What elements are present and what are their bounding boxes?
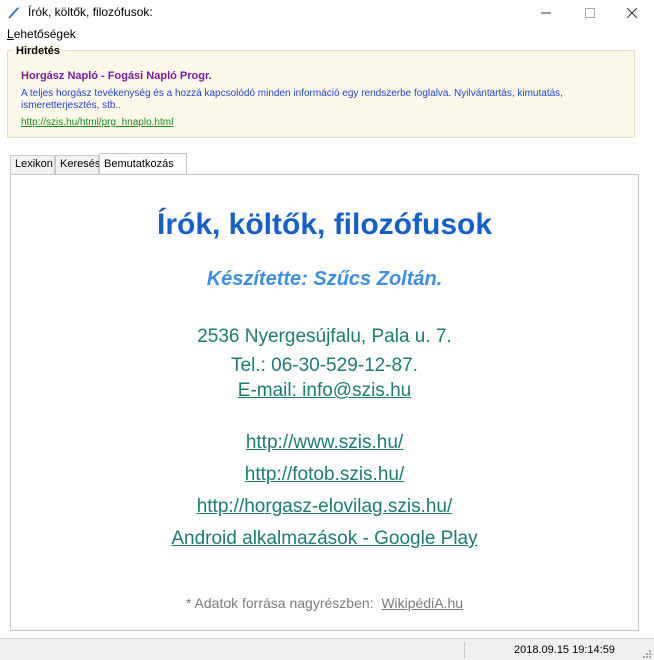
about-phone: Tel.: 06-30-529-12-87. <box>231 355 418 376</box>
source-note: * Adatok forrása nagyrészben: WikipédiA.… <box>10 595 639 611</box>
source-note-prefix: * Adatok forrása nagyrészben: <box>185 595 382 611</box>
maximize-icon <box>585 7 595 18</box>
tab-kereses[interactable]: Keresés <box>55 155 100 174</box>
about-author: Készítette: Szűcs Zoltán. <box>206 268 443 290</box>
window-title: Írók, költők, filozófusok: <box>28 5 153 19</box>
ad-title[interactable]: Horgász Napló - Fogási Napló Progr. <box>21 70 212 82</box>
link-fotob[interactable]: http://fotob.szis.hu/ <box>10 464 639 486</box>
status-bar: 2018.09.15 19:14:59 <box>0 638 654 660</box>
ad-legend: Hirdetés <box>14 45 63 57</box>
tab-bemutatkozas[interactable]: Bemutatkozás <box>99 153 187 175</box>
menu-item-options[interactable]: Lehetőségek <box>7 27 76 41</box>
minimize-button[interactable] <box>523 0 569 25</box>
close-button[interactable] <box>609 0 654 25</box>
ad-link[interactable]: http://szis.hu/html/prg_hnaplo.html <box>21 117 173 128</box>
minimize-icon <box>541 12 551 13</box>
link-google-play[interactable]: Android alkalmazások - Google Play <box>10 528 639 550</box>
about-panel <box>10 174 639 631</box>
about-address: 2536 Nyergesújfalu, Pala u. 7. <box>197 326 452 347</box>
ad-description: A teljes horgász tevékenység és a hozzá … <box>21 88 563 111</box>
tab-lexikon[interactable]: Lexikon <box>10 155 55 174</box>
maximize-button[interactable] <box>567 0 613 25</box>
link-szis[interactable]: http://www.szis.hu/ <box>10 432 639 454</box>
title-bar: Írók, költők, filozófusok: <box>0 0 654 25</box>
status-separator <box>464 642 465 658</box>
about-title: Írók, költők, filozófusok <box>156 208 493 241</box>
status-datetime: 2018.09.15 19:14:59 <box>514 644 615 656</box>
menu-bar: Lehetőségek <box>0 25 654 43</box>
menu-item-options-label: ehetőségek <box>13 27 76 41</box>
close-icon <box>627 7 637 18</box>
wikipedia-link[interactable]: WikipédiA.hu <box>381 595 463 611</box>
about-email-link[interactable]: E-mail: info@szis.hu <box>10 380 639 402</box>
resize-grip-icon[interactable] <box>642 648 652 658</box>
link-horgasz-elovilag[interactable]: http://horgasz-elovilag.szis.hu/ <box>10 496 639 518</box>
menu-item-options-mnemonic: L <box>7 27 14 41</box>
feather-pen-icon <box>8 5 22 19</box>
